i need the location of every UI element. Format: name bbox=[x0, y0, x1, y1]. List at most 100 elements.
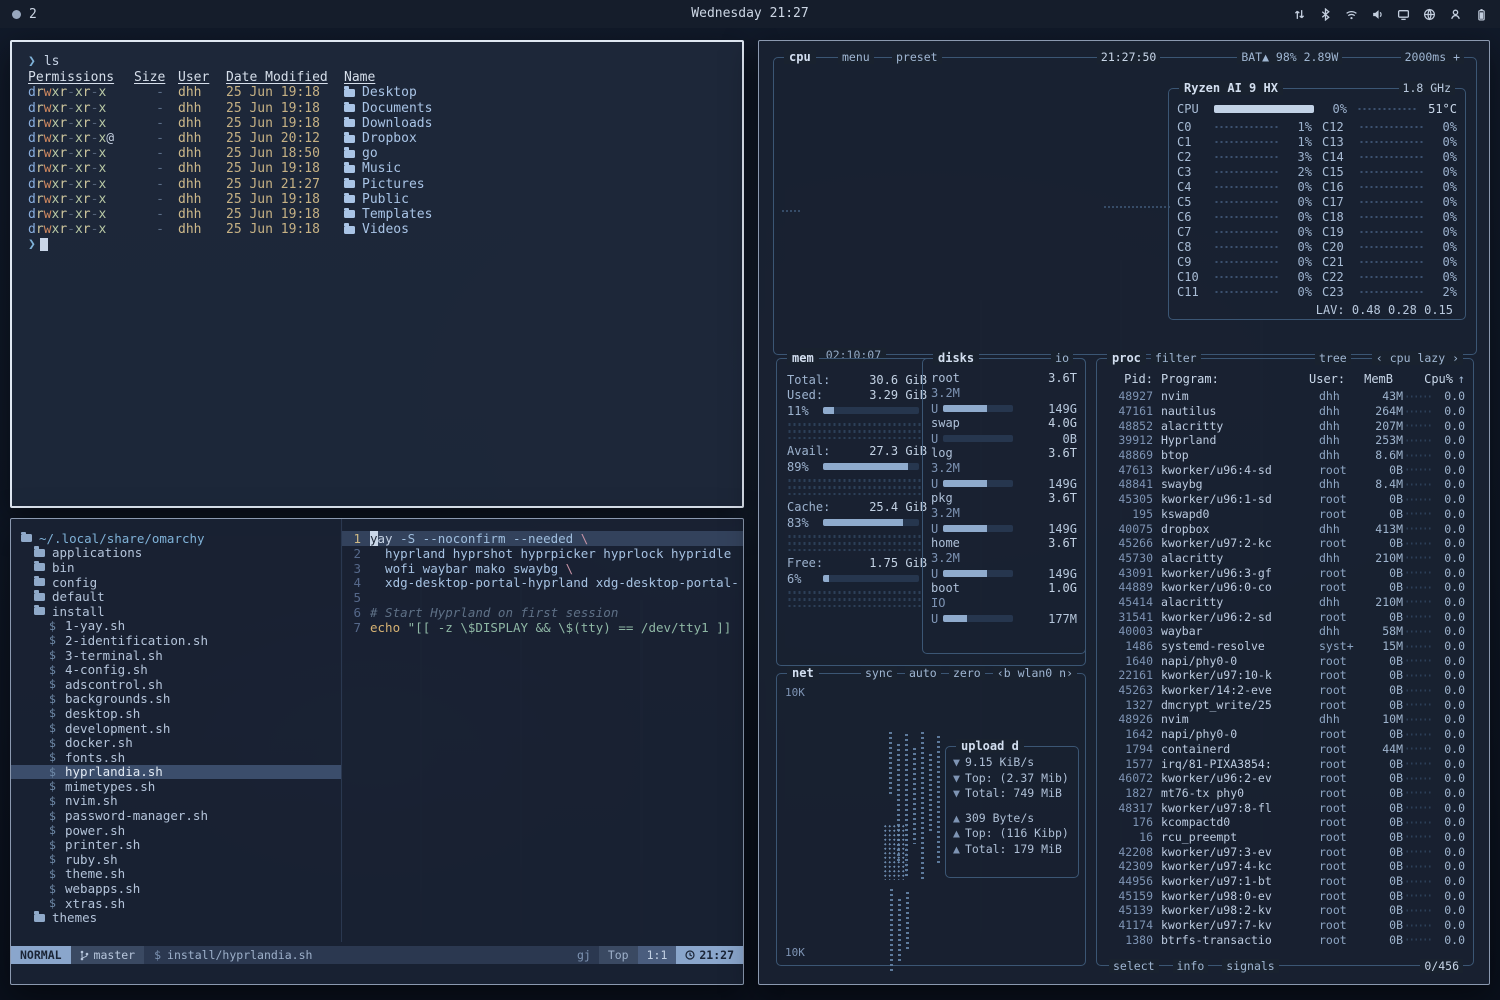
sync-icon[interactable] bbox=[1293, 8, 1306, 21]
git-branch[interactable]: master bbox=[71, 946, 145, 964]
process-row[interactable]: 48927nvimdhh43M0.0 bbox=[1107, 389, 1465, 404]
process-row[interactable]: 42208kworker/u97:3-evroot0B0.0 bbox=[1107, 844, 1465, 859]
process-row[interactable]: 47613kworker/u96:4-sdroot0B0.0 bbox=[1107, 462, 1465, 477]
net-zero-toggle[interactable]: zero bbox=[949, 666, 985, 680]
process-row[interactable]: 45730alacrittydhh210M0.0 bbox=[1107, 551, 1465, 566]
tree-item-hyprlandia-sh[interactable]: $hyprlandia.sh bbox=[11, 765, 341, 780]
tree-item-power-sh[interactable]: $power.sh bbox=[11, 823, 341, 838]
signals-button[interactable]: signals bbox=[1222, 959, 1278, 973]
preset-button[interactable]: preset bbox=[892, 50, 942, 64]
tree-item-printer-sh[interactable]: $printer.sh bbox=[11, 837, 341, 852]
tree-item-password-manager-sh[interactable]: $password-manager.sh bbox=[11, 808, 341, 823]
tree-item-config[interactable]: config bbox=[11, 575, 341, 590]
process-row[interactable]: 45266kworker/u97:2-kcroot0B0.0 bbox=[1107, 536, 1465, 551]
process-row[interactable]: 44956kworker/u97:1-btroot0B0.0 bbox=[1107, 874, 1465, 889]
tree-item-mimetypes-sh[interactable]: $mimetypes.sh bbox=[11, 779, 341, 794]
user-icon[interactable] bbox=[1449, 8, 1462, 21]
process-row[interactable]: 43091kworker/u96:3-gfroot0B0.0 bbox=[1107, 565, 1465, 580]
process-row[interactable]: 42309kworker/u97:4-kcroot0B0.0 bbox=[1107, 859, 1465, 874]
process-row[interactable]: 47161nautilusdhh264M0.0 bbox=[1107, 404, 1465, 419]
process-row[interactable]: 48926nvimdhh10M0.0 bbox=[1107, 712, 1465, 727]
process-row[interactable]: 1827mt76-tx phy0root0B0.0 bbox=[1107, 786, 1465, 801]
process-row[interactable]: 1380btrfs-transactioroot0B0.0 bbox=[1107, 932, 1465, 947]
volume-icon[interactable] bbox=[1371, 8, 1384, 21]
tree-item-themes[interactable]: themes bbox=[11, 910, 341, 925]
globe-icon[interactable] bbox=[1423, 8, 1436, 21]
cpu-panel-title[interactable]: cpu bbox=[784, 50, 816, 64]
menu-button[interactable]: menu bbox=[838, 50, 874, 64]
process-row[interactable]: 48317kworker/u97:8-flroot0B0.0 bbox=[1107, 800, 1465, 815]
process-row[interactable]: 195kswapd0root0B0.0 bbox=[1107, 507, 1465, 522]
col-pid[interactable]: Pid: bbox=[1107, 372, 1153, 386]
process-row[interactable]: 40003waybardhh58M0.0 bbox=[1107, 624, 1465, 639]
tree-item-4-config-sh[interactable]: $4-config.sh bbox=[11, 662, 341, 677]
editor-line[interactable]: 6# Start Hyprland on first session bbox=[342, 605, 743, 620]
process-row[interactable]: 45414alacrittydhh210M0.0 bbox=[1107, 595, 1465, 610]
editor-line[interactable]: 1yay -S --noconfirm --needed \ bbox=[342, 531, 743, 546]
tree-item-xtras-sh[interactable]: $xtras.sh bbox=[11, 896, 341, 911]
process-row[interactable]: 48869btopdhh8.6M0.0 bbox=[1107, 448, 1465, 463]
tree-item--local-share-omarchy[interactable]: ~/.local/share/omarchy bbox=[11, 531, 341, 546]
process-row[interactable]: 39912Hyprlanddhh253M0.0 bbox=[1107, 433, 1465, 448]
tree-item-applications[interactable]: applications bbox=[11, 546, 341, 561]
sort-mode[interactable]: ‹ cpu lazy › bbox=[1372, 351, 1463, 365]
process-row[interactable]: 1794containerdroot44M0.0 bbox=[1107, 742, 1465, 757]
io-toggle[interactable]: io bbox=[1051, 351, 1073, 365]
process-row[interactable]: 31541kworker/u96:2-sdroot0B0.0 bbox=[1107, 609, 1465, 624]
shell-input-line[interactable]: ❯ bbox=[28, 237, 726, 252]
tree-item-3-terminal-sh[interactable]: $3-terminal.sh bbox=[11, 648, 341, 663]
editor-line[interactable]: 4 xdg-desktop-portal-hyprland xdg-deskto… bbox=[342, 575, 743, 590]
process-row[interactable]: 1640napi/phy0-0root0B0.0 bbox=[1107, 653, 1465, 668]
tree-item-backgrounds-sh[interactable]: $backgrounds.sh bbox=[11, 692, 341, 707]
process-row[interactable]: 48852alacrittydhh207M0.0 bbox=[1107, 418, 1465, 433]
process-row[interactable]: 46072kworker/u96:2-evroot0B0.0 bbox=[1107, 771, 1465, 786]
net-interface[interactable]: ‹b wlan0 n› bbox=[993, 666, 1077, 680]
tree-item-adscontrol-sh[interactable]: $adscontrol.sh bbox=[11, 677, 341, 692]
process-row[interactable]: 176kcompactd0root0B0.0 bbox=[1107, 815, 1465, 830]
editor-line[interactable]: 5 bbox=[342, 590, 743, 605]
tree-item-ruby-sh[interactable]: $ruby.sh bbox=[11, 852, 341, 867]
process-row[interactable]: 45305kworker/u96:1-sdroot0B0.0 bbox=[1107, 492, 1465, 507]
col-mem[interactable]: MemB bbox=[1353, 372, 1393, 386]
tree-item-fonts-sh[interactable]: $fonts.sh bbox=[11, 750, 341, 765]
tree-item-nvim-sh[interactable]: $nvim.sh bbox=[11, 794, 341, 809]
battery-icon[interactable] bbox=[1475, 8, 1488, 21]
net-panel-title[interactable]: net bbox=[787, 666, 819, 680]
tree-item-development-sh[interactable]: $development.sh bbox=[11, 721, 341, 736]
display-icon[interactable] bbox=[1397, 8, 1410, 21]
tree-item-bin[interactable]: bin bbox=[11, 560, 341, 575]
editor-line[interactable]: 3 wofi waybar mako swaybg \ bbox=[342, 561, 743, 576]
col-cpu[interactable]: Cpu% bbox=[1421, 372, 1453, 386]
tree-item-2-identification-sh[interactable]: $2-identification.sh bbox=[11, 633, 341, 648]
process-row[interactable]: 45159kworker/u98:0-evroot0B0.0 bbox=[1107, 888, 1465, 903]
process-row[interactable]: 22161kworker/u97:10-kroot0B0.0 bbox=[1107, 668, 1465, 683]
process-row[interactable]: 16rcu_preemptroot0B0.0 bbox=[1107, 830, 1465, 845]
net-sync-toggle[interactable]: sync bbox=[861, 666, 897, 680]
col-program[interactable]: Program: bbox=[1153, 372, 1307, 386]
wifi-icon[interactable] bbox=[1345, 8, 1358, 21]
col-user[interactable]: User: bbox=[1307, 372, 1353, 386]
mem-panel-title[interactable]: mem bbox=[787, 351, 819, 365]
tree-item-docker-sh[interactable]: $docker.sh bbox=[11, 735, 341, 750]
process-row[interactable]: 48841swaybgdhh8.4M0.0 bbox=[1107, 477, 1465, 492]
proc-panel-title[interactable]: proc bbox=[1107, 351, 1146, 365]
process-row[interactable]: 40075dropboxdhh413M0.0 bbox=[1107, 521, 1465, 536]
process-row[interactable]: 1486systemd-resolvesyst+15M0.0 bbox=[1107, 639, 1465, 654]
process-row[interactable]: 1577irq/81-PIXA3854:root0B0.0 bbox=[1107, 756, 1465, 771]
select-button[interactable]: select bbox=[1109, 959, 1159, 973]
editor-line[interactable]: 7echo "[[ -z \$DISPLAY && \$(tty) == /de… bbox=[342, 620, 743, 635]
process-row[interactable]: 1327dmcrypt_write/25root0B0.0 bbox=[1107, 697, 1465, 712]
workspace-indicator[interactable]: 2 bbox=[12, 7, 37, 22]
process-row[interactable]: 45263kworker/14:2-everoot0B0.0 bbox=[1107, 683, 1465, 698]
disks-title[interactable]: disks bbox=[933, 351, 979, 365]
info-button[interactable]: info bbox=[1173, 959, 1209, 973]
tree-item-1-yay-sh[interactable]: $1-yay.sh bbox=[11, 619, 341, 634]
tree-item-theme-sh[interactable]: $theme.sh bbox=[11, 867, 341, 882]
tree-item-install[interactable]: install bbox=[11, 604, 341, 619]
process-row[interactable]: 1642napi/phy0-0root0B0.0 bbox=[1107, 727, 1465, 742]
process-row[interactable]: 44889kworker/u96:0-coroot0B0.0 bbox=[1107, 580, 1465, 595]
tree-toggle[interactable]: tree bbox=[1315, 351, 1351, 365]
process-row[interactable]: 41174kworker/u97:7-kvroot0B0.0 bbox=[1107, 918, 1465, 933]
filter-button[interactable]: filter bbox=[1151, 351, 1201, 365]
net-auto-toggle[interactable]: auto bbox=[905, 666, 941, 680]
